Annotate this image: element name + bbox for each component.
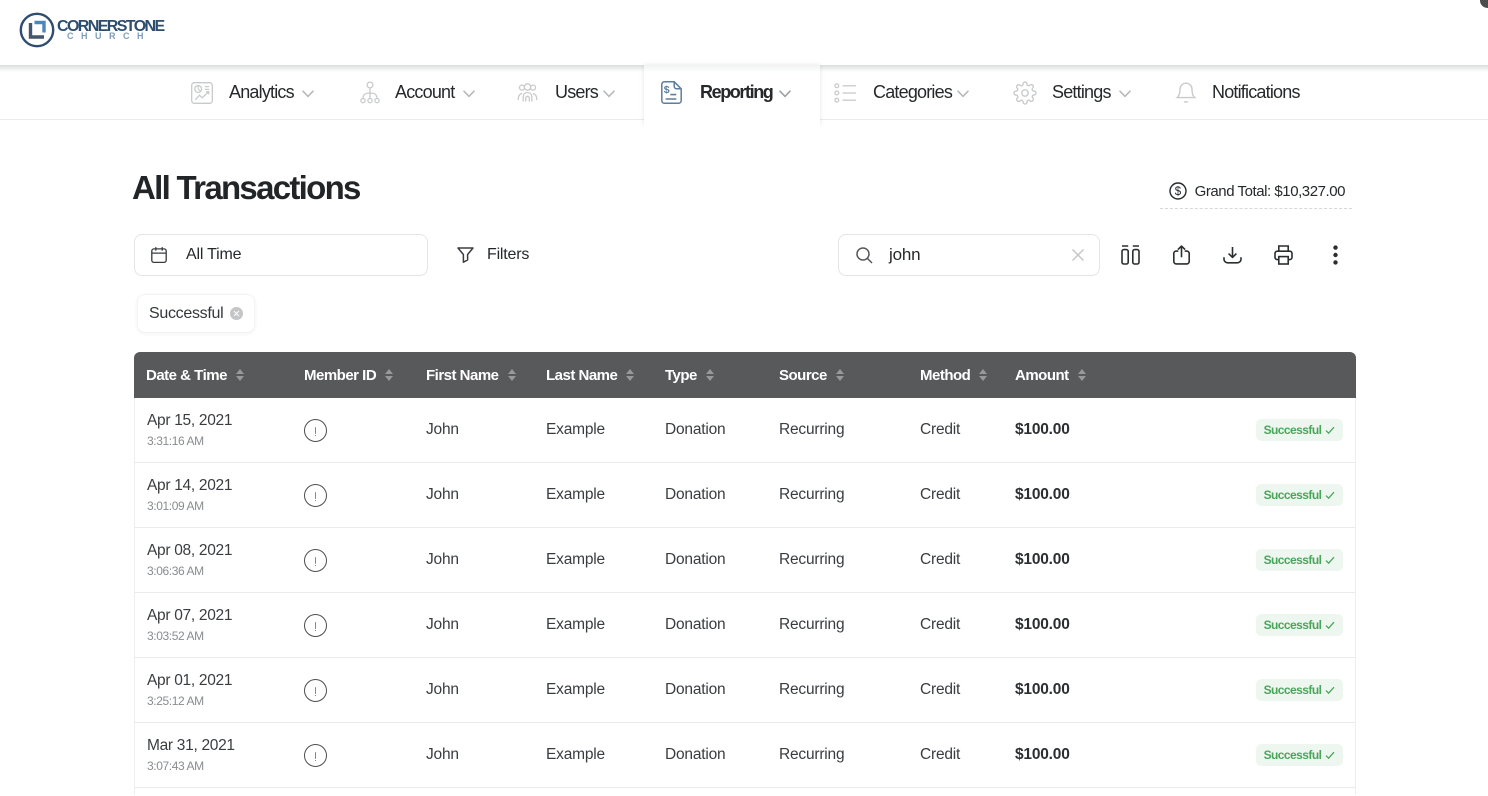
svg-text:$: $ xyxy=(664,84,670,96)
svg-text:$: $ xyxy=(1174,186,1181,198)
